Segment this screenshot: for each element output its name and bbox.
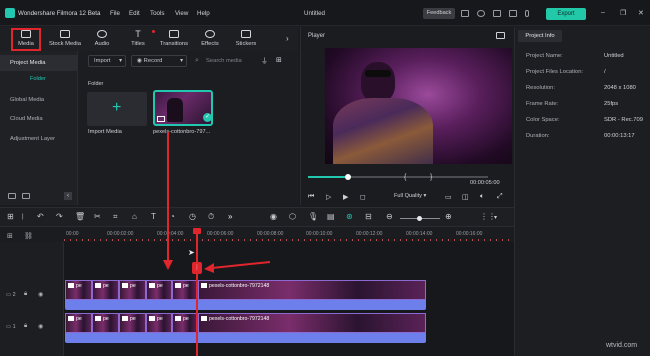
annotation-arrows — [163, 132, 271, 273]
arrow-left-line — [211, 261, 271, 269]
arrow-left-head — [204, 263, 214, 273]
watermark: wtvid.com — [606, 342, 638, 349]
mouse-cursor-icon: ➤ — [188, 248, 195, 257]
arrow-down-head — [163, 260, 173, 270]
